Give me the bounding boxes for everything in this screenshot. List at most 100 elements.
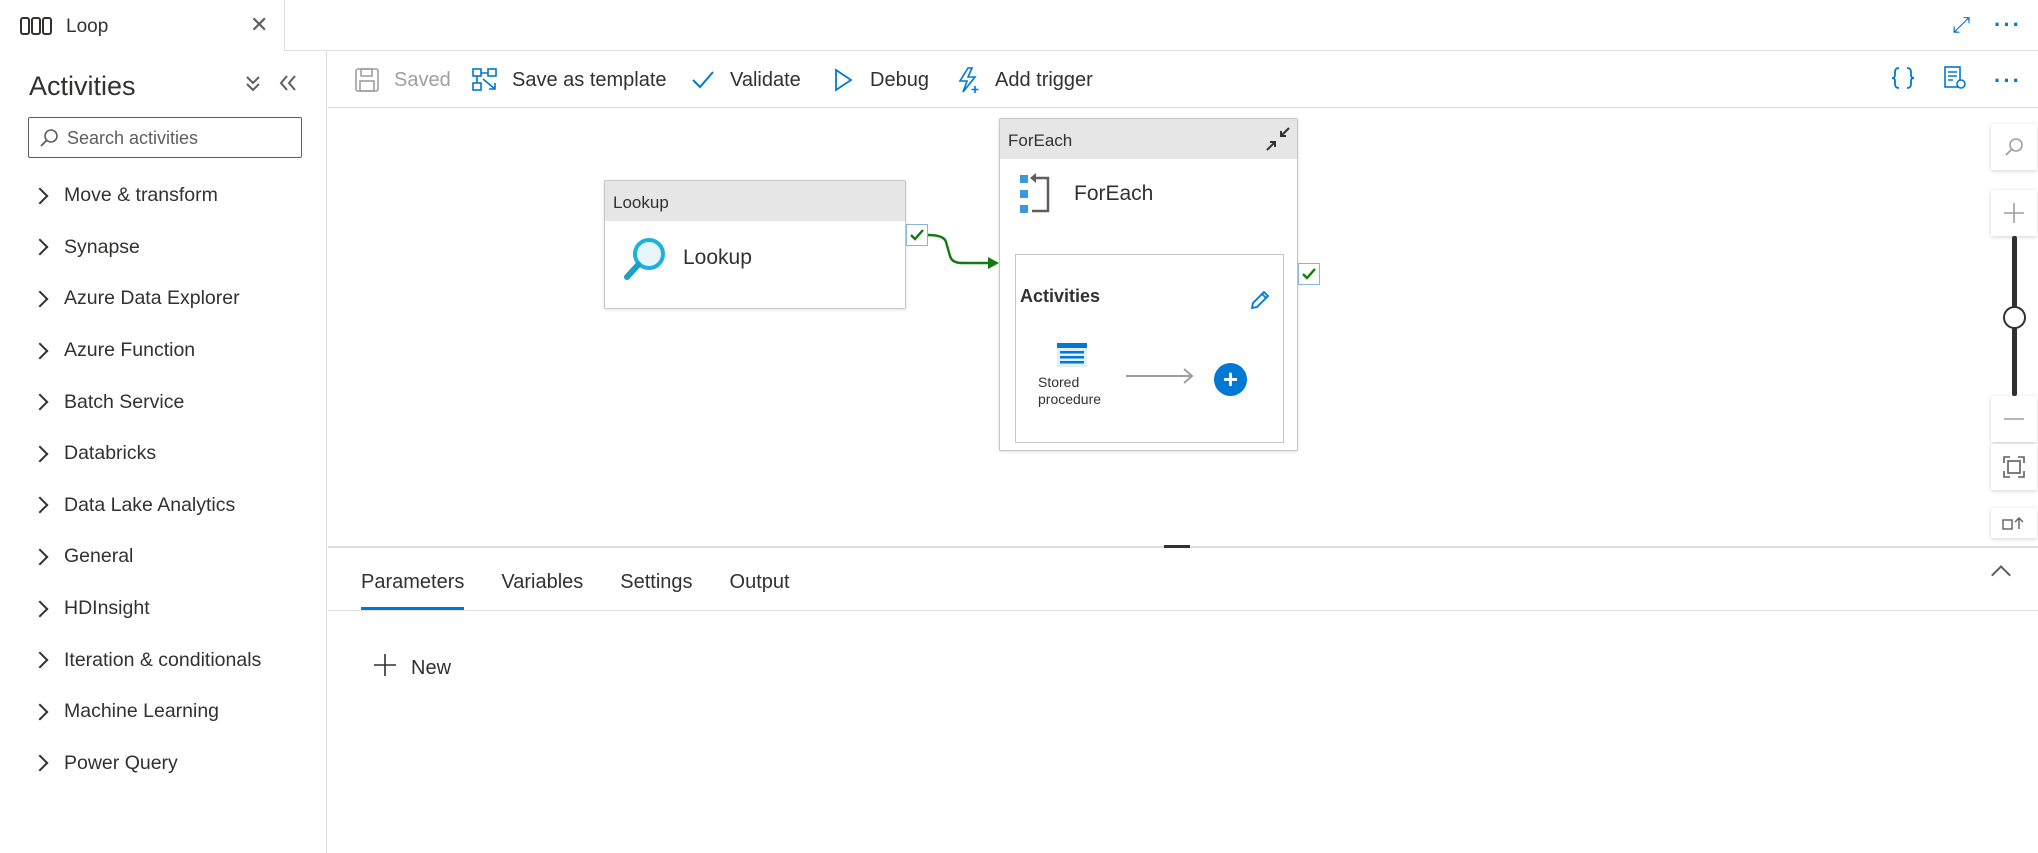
category-label: HDInsight [64,597,150,620]
validate-button[interactable]: Validate [688,65,801,95]
chevron-right-icon [31,703,49,721]
category-list: Move & transform Synapse Azure Data Expl… [0,170,327,789]
plus-icon [2004,203,2024,223]
search-icon [2005,138,2023,156]
add-trigger-button[interactable]: Add trigger [953,65,1093,95]
auto-align-button[interactable] [1991,508,2037,538]
zoom-controls [1961,108,2037,546]
zoom-in-button[interactable] [1991,190,2037,236]
stored-procedure-label: Stored procedure [1038,374,1102,407]
category-batch-service[interactable]: Batch Service [0,376,327,428]
category-synapse[interactable]: Synapse [0,222,327,274]
fit-to-screen-button[interactable] [1991,444,2037,490]
validate-label: Validate [730,68,801,91]
pipeline-canvas[interactable]: Lookup Lookup ForEach ForEach Activities… [328,108,2038,546]
more-options-icon[interactable]: ··· [1994,12,2022,38]
collapse-all-icon[interactable] [244,73,262,99]
hide-panel-icon[interactable] [278,73,298,99]
foreach-row: ForEach [1018,173,1153,215]
category-label: Synapse [64,235,140,258]
category-label: Iteration & conditionals [64,648,262,671]
collapse-icon[interactable] [1263,124,1293,159]
category-move-transform[interactable]: Move & transform [0,170,327,222]
code-braces-icon[interactable] [1890,65,1916,96]
category-databricks[interactable]: Databricks [0,428,327,480]
success-output-icon[interactable] [1298,263,1320,285]
properties-icon[interactable] [1942,65,1968,96]
lookup-magnifier-icon [624,238,665,280]
zoom-slider-thumb[interactable] [2003,306,2026,329]
tab-parameters[interactable]: Parameters [361,548,465,610]
properties-tabs: Parameters Variables Settings Output [361,548,790,611]
category-hdinsight[interactable]: HDInsight [0,583,327,635]
checkmark-icon [688,65,718,95]
zoom-out-button[interactable] [1991,396,2037,442]
canvas-search-button[interactable] [1991,124,2037,170]
success-output-icon[interactable] [906,224,928,246]
arrow-right-icon [1126,368,1194,384]
category-general[interactable]: General [0,531,327,583]
stored-procedure-icon [1057,343,1087,367]
lookup-activity[interactable]: Lookup Lookup [604,180,906,309]
template-icon [470,65,500,95]
new-label: New [411,656,452,679]
properties-panel: Parameters Variables Settings Output New [328,548,2038,853]
category-machine-learning[interactable]: Machine Learning [0,686,327,738]
category-label: Power Query [64,751,178,774]
category-power-query[interactable]: Power Query [0,738,327,790]
tabs-divider [328,610,2038,611]
inner-activities-title: Activities [1020,286,1101,306]
foreach-loop-icon [1020,173,1050,213]
search-activities[interactable] [28,117,302,158]
pencil-icon[interactable] [1249,289,1271,316]
category-label: Batch Service [64,390,185,413]
more-options-icon[interactable]: ··· [1994,68,2022,94]
category-iteration-conditionals[interactable]: Iteration & conditionals [0,634,327,686]
save-icon [352,65,382,95]
add-trigger-label: Add trigger [995,68,1093,91]
tab-variables[interactable]: Variables [501,548,583,610]
debug-button[interactable]: Debug [828,65,929,95]
tab-settings[interactable]: Settings [620,548,692,610]
chevron-right-icon [31,238,49,256]
saved-button[interactable]: Saved [352,65,451,95]
chevron-right-icon [31,187,49,205]
search-input[interactable] [67,125,292,151]
category-label: Azure Function [64,339,196,362]
category-label: General [64,545,134,568]
minus-icon [2004,418,2024,420]
category-label: Machine Learning [64,700,220,723]
save-as-template-button[interactable]: Save as template [470,65,667,95]
category-azure-function[interactable]: Azure Function [0,325,327,377]
tab-loop[interactable]: Loop ✕ [0,0,285,51]
category-data-lake-analytics[interactable]: Data Lake Analytics [0,480,327,532]
chevron-right-icon [31,651,49,669]
chevron-right-icon [31,548,49,566]
tab-strip: Loop ✕ ⤢ ··· [0,0,2038,51]
fit-screen-icon [2003,456,2025,478]
pipeline-toolbar: Saved Save as template Validate Debug Ad… [328,51,2038,108]
lookup-label: Lookup [683,246,752,269]
lightning-icon [953,65,983,95]
add-activity-button[interactable]: + [1214,363,1247,396]
category-azure-data-explorer[interactable]: Azure Data Explorer [0,273,327,325]
activities-title: Activities [29,71,136,101]
close-icon[interactable]: ✕ [250,13,268,37]
lookup-body: Lookup [623,235,752,281]
chevron-right-icon [31,445,49,463]
category-label: Databricks [64,442,157,465]
tab-output[interactable]: Output [730,548,790,610]
expand-icon[interactable]: ⤢ [1952,12,1970,38]
auto-align-icon [2002,517,2024,530]
foreach-inner-activities[interactable]: Activities Stored procedure + [1015,254,1284,443]
play-icon [828,65,858,95]
new-parameter-button[interactable]: New [373,653,451,683]
chevron-up-icon[interactable] [1991,565,2011,585]
foreach-header: ForEach [1000,119,1297,159]
plus-icon [373,653,397,683]
save-as-template-label: Save as template [512,68,667,91]
chevron-right-icon [31,600,49,618]
foreach-activity[interactable]: ForEach ForEach Activities Stored proced… [999,118,1298,451]
chevron-right-icon [31,290,49,308]
debug-label: Debug [870,68,929,91]
